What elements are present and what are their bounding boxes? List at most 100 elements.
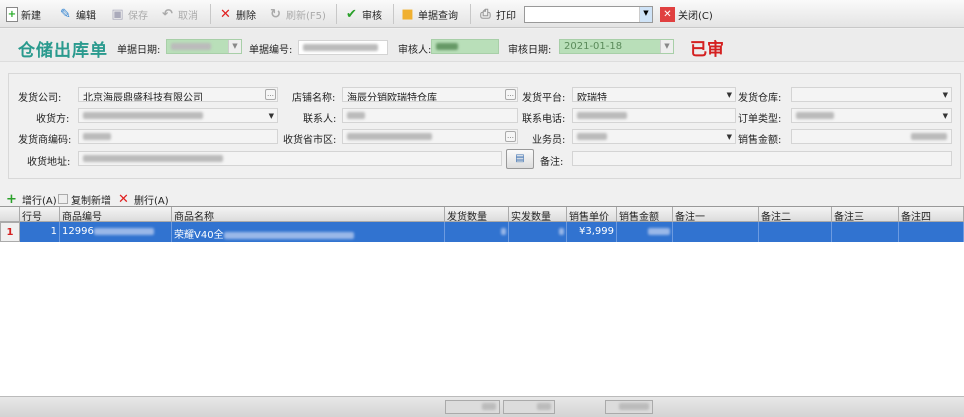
delete-icon: ✕ — [220, 6, 231, 22]
cell-ship-qty[interactable] — [445, 222, 509, 242]
blurred-value — [559, 227, 564, 235]
save-button[interactable]: ▣ 保存 — [110, 5, 148, 23]
cell-remark2[interactable] — [759, 222, 832, 242]
column-header[interactable]: 备注二 — [759, 207, 832, 222]
blurred-value — [911, 132, 947, 140]
blurred-value — [83, 132, 111, 140]
sales-amount-field — [791, 129, 952, 144]
chevron-down-icon: ▼ — [942, 91, 948, 99]
separator — [470, 4, 471, 24]
cell-remark3[interactable] — [832, 222, 899, 242]
blurred-value — [223, 231, 354, 239]
audit-date-label: 审核日期: — [508, 45, 552, 56]
warehouse-select[interactable]: ▼ — [791, 87, 952, 102]
blurred-value — [501, 227, 506, 235]
query-button[interactable]: ■ 单据查询 — [400, 5, 458, 23]
cell-name[interactable]: 荣耀V40全 — [172, 222, 445, 242]
sales-amount-label: 销售金额: — [738, 135, 782, 146]
auditor-field[interactable] — [431, 39, 499, 54]
row-indicator-header — [0, 207, 20, 222]
column-header[interactable]: 备注三 — [832, 207, 899, 222]
doc-no-label: 单据编号: — [249, 45, 293, 56]
contact-field[interactable] — [342, 108, 518, 123]
print-button[interactable]: ⎙ 打印 — [478, 5, 516, 23]
shop-name-field[interactable]: 海辰分销欧瑞特仓库… — [342, 87, 518, 102]
undo-icon: ↶ — [162, 6, 173, 22]
edit-icon: ✎ — [60, 6, 71, 22]
platform-select[interactable]: 欧瑞特 ▼ — [572, 87, 736, 102]
ship-company-field[interactable]: 北京海辰鼎盛科技有限公司… — [78, 87, 278, 102]
shop-name-label: 店铺名称: — [292, 93, 336, 104]
blurred-value — [347, 111, 365, 119]
close-button[interactable]: ✕ 关闭(C) — [660, 5, 713, 23]
audit-date-field[interactable]: 2021-01-18 ▼ — [559, 39, 674, 54]
new-doc-icon: + — [6, 6, 18, 22]
separator — [210, 4, 211, 24]
more-icon[interactable]: … — [505, 131, 516, 142]
blurred-value — [347, 132, 432, 140]
region-label: 收货省市区: — [283, 135, 337, 146]
cell-remark4[interactable] — [899, 222, 964, 242]
remark-field[interactable] — [572, 151, 952, 166]
salesman-label: 业务员: — [532, 135, 566, 146]
cell-amount[interactable] — [617, 222, 673, 242]
column-header[interactable]: 备注四 — [899, 207, 964, 222]
cell-remark1[interactable] — [673, 222, 759, 242]
salesman-select[interactable]: ▼ — [572, 129, 736, 144]
chevron-down-icon: ▼ — [228, 40, 241, 53]
column-header[interactable]: 备注一 — [673, 207, 759, 222]
receiver-label: 收货方: — [36, 114, 70, 125]
region-field[interactable]: … — [342, 129, 518, 144]
toolbar: + 新建 ✎ 编辑 ▣ 保存 ↶ 取消 ✕ 删除 ↻ 刷新(F5) ✔ 审核 ■ 单据查询 ⎙ 打… — [0, 0, 964, 28]
more-icon[interactable]: … — [505, 89, 516, 100]
doc-no-field[interactable] — [298, 40, 388, 55]
chevron-down-icon: ▼ — [639, 7, 652, 22]
new-button[interactable]: + 新建 — [6, 5, 41, 23]
refresh-icon: ↻ — [270, 6, 281, 22]
blurred-value — [303, 43, 378, 51]
status-badge: 已审 — [690, 40, 724, 60]
row-indicator[interactable]: 1 — [0, 222, 20, 242]
printer-icon: ⎙ — [480, 6, 491, 22]
cell-unit-price[interactable]: ¥3,999 — [567, 222, 617, 242]
order-type-select[interactable]: ▼ — [791, 108, 952, 123]
column-header[interactable]: 实发数量 — [509, 207, 567, 222]
blurred-value — [577, 132, 607, 140]
receiver-select[interactable]: ▼ — [78, 108, 278, 123]
address-field[interactable] — [78, 151, 502, 166]
delete-button[interactable]: ✕ 删除 — [218, 5, 256, 23]
supplier-code-field[interactable] — [78, 129, 278, 144]
doc-date-label: 单据日期: — [117, 45, 161, 56]
blurred-value — [648, 227, 670, 235]
chevron-down-icon: ▼ — [660, 40, 673, 53]
column-header[interactable]: 商品名称 — [172, 207, 445, 222]
cell-actual-qty[interactable] — [509, 222, 567, 242]
total-amount — [605, 400, 653, 414]
ship-company-label: 发货公司: — [18, 93, 62, 104]
column-header[interactable]: 销售单价 — [567, 207, 617, 222]
separator — [393, 4, 394, 24]
audit-button[interactable]: ✔ 审核 — [344, 5, 382, 23]
supplier-code-label: 发货商编码: — [18, 135, 72, 146]
column-header[interactable]: 商品编号 — [60, 207, 172, 222]
plus-icon: + — [6, 191, 17, 207]
close-icon: ✕ — [660, 6, 675, 22]
column-header[interactable]: 行号 — [20, 207, 60, 222]
cell-code[interactable]: 12996 — [60, 222, 172, 242]
cell-line-no[interactable]: 1 — [20, 222, 60, 242]
print-template-select[interactable]: ▼ — [524, 6, 653, 23]
column-header[interactable]: 发货数量 — [445, 207, 509, 222]
edit-button[interactable]: ✎ 编辑 — [58, 5, 96, 23]
blurred-value — [577, 111, 627, 119]
column-header[interactable]: 销售金额 — [617, 207, 673, 222]
blurred-value — [537, 402, 551, 410]
cancel-button[interactable]: ↶ 取消 — [160, 5, 198, 23]
check-icon: ✔ — [346, 6, 357, 22]
blurred-value — [83, 154, 223, 162]
doc-date-field[interactable]: ▼ — [166, 39, 242, 54]
phone-field[interactable] — [572, 108, 736, 123]
address-book-button[interactable]: ▤ — [506, 149, 534, 169]
refresh-button[interactable]: ↻ 刷新(F5) — [268, 5, 326, 23]
more-icon[interactable]: … — [265, 89, 276, 100]
chevron-down-icon: ▼ — [726, 133, 732, 141]
